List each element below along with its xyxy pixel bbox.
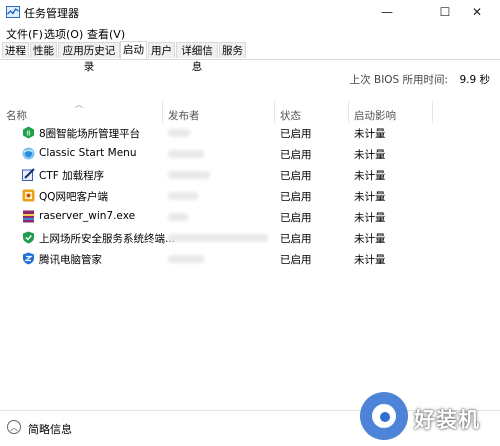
green-shield-icon [23, 231, 34, 244]
shell-orb-icon [22, 147, 35, 160]
bios-value: 9.9 秒 [459, 74, 490, 86]
table-row[interactable]: CTF 加载程序 已启用 未计量 [0, 165, 500, 185]
table-row[interactable]: 8 8圈智能场所管理平台 已启用 未计量 [0, 123, 500, 143]
tab-details[interactable]: 详细信息 [176, 42, 218, 73]
row-impact: 未计量 [354, 128, 386, 140]
tab-bar: 进程 性能 应用历史记录 启动 用户 详细信息 服务 [0, 41, 500, 73]
bios-time: 上次 BIOS 所用时间: 9.9 秒 [350, 72, 490, 87]
row-status: 已启用 [280, 191, 312, 203]
row-name: CTF 加载程序 [39, 170, 105, 182]
column-divider[interactable] [432, 101, 433, 123]
row-name: raserver_win7.exe [39, 210, 136, 222]
fewer-details-link[interactable]: 简略信息 [28, 421, 72, 437]
row-name: 腾讯电脑管家 [39, 254, 102, 266]
row-impact: 未计量 [354, 191, 386, 203]
pen-pad-icon [22, 168, 35, 181]
row-name: Classic Start Menu [39, 147, 137, 159]
column-publisher[interactable]: 发布者 [168, 108, 200, 123]
row-status: 已启用 [280, 149, 312, 161]
menu-bar: 文件(F) 选项(O) 查看(V) [0, 24, 500, 42]
row-impact: 未计量 [354, 149, 386, 161]
tab-startup[interactable]: 启动 [120, 41, 147, 59]
window-title: 任务管理器 [24, 7, 79, 20]
close-button[interactable]: ✕ [454, 0, 500, 24]
row-status: 已启用 [280, 128, 312, 140]
sort-up-icon: ︿ [75, 100, 83, 109]
task-manager-icon [6, 6, 20, 18]
bios-label: 上次 BIOS 所用时间: [349, 74, 449, 86]
table-row[interactable]: QQ网吧客户端 已启用 未计量 [0, 186, 500, 206]
column-name[interactable]: 名称 [6, 108, 27, 123]
qq-cube-icon [22, 189, 35, 202]
table-row[interactable]: 腾讯电脑管家 已启用 未计量 [0, 249, 500, 269]
publisher-blurred [168, 150, 204, 158]
watermark-text: 好装机 [414, 408, 480, 432]
title-bar: 任务管理器 — ☐ ✕ [0, 0, 500, 24]
tab-performance[interactable]: 性能 [30, 42, 57, 58]
minimize-button[interactable]: — [364, 0, 410, 24]
table-row[interactable]: raserver_win7.exe 已启用 未计量 [0, 207, 500, 227]
menu-options[interactable]: 选项(O) [44, 26, 83, 42]
tab-processes[interactable]: 进程 [2, 42, 29, 58]
row-status: 已启用 [280, 212, 312, 224]
tab-services[interactable]: 服务 [219, 42, 246, 58]
column-divider[interactable] [348, 101, 349, 123]
blue-shield-icon [23, 252, 34, 265]
row-impact: 未计量 [354, 254, 386, 266]
row-status: 已启用 [280, 233, 312, 245]
column-startup-impact[interactable]: 启动影响 [354, 108, 396, 123]
row-name: 8圈智能场所管理平台 [39, 128, 141, 140]
collapse-up-icon[interactable]: ︿ [7, 420, 21, 434]
menu-view[interactable]: 查看(V) [87, 26, 125, 42]
publisher-blurred [168, 213, 188, 221]
green-hex-icon: 8 [23, 126, 34, 139]
tab-app-history[interactable]: 应用历史记录 [58, 42, 120, 73]
row-status: 已启用 [280, 170, 312, 182]
watermark-logo-dot [380, 412, 390, 422]
publisher-blurred [168, 171, 210, 179]
tab-users[interactable]: 用户 [148, 42, 175, 58]
table-row[interactable]: Classic Start Menu 已启用 未计量 [0, 144, 500, 164]
row-impact: 未计量 [354, 212, 386, 224]
row-name: QQ网吧客户端 [39, 191, 109, 203]
publisher-blurred [168, 255, 204, 263]
column-divider[interactable] [162, 101, 163, 123]
row-name: 上网场所安全服务系统终端... [39, 233, 176, 245]
menu-file[interactable]: 文件(F) [6, 26, 43, 42]
table-row[interactable]: 上网场所安全服务系统终端... 已启用 未计量 [0, 228, 500, 248]
publisher-blurred [168, 129, 190, 137]
table-header: ︿ 名称 发布者 状态 启动影响 [0, 95, 500, 123]
row-impact: 未计量 [354, 233, 386, 245]
column-status[interactable]: 状态 [280, 108, 301, 123]
publisher-blurred [168, 192, 198, 200]
row-impact: 未计量 [354, 170, 386, 182]
rar-box-icon [23, 210, 34, 223]
publisher-blurred [168, 234, 268, 242]
row-status: 已启用 [280, 254, 312, 266]
column-divider[interactable] [274, 101, 275, 123]
svg-text:8: 8 [26, 130, 30, 138]
